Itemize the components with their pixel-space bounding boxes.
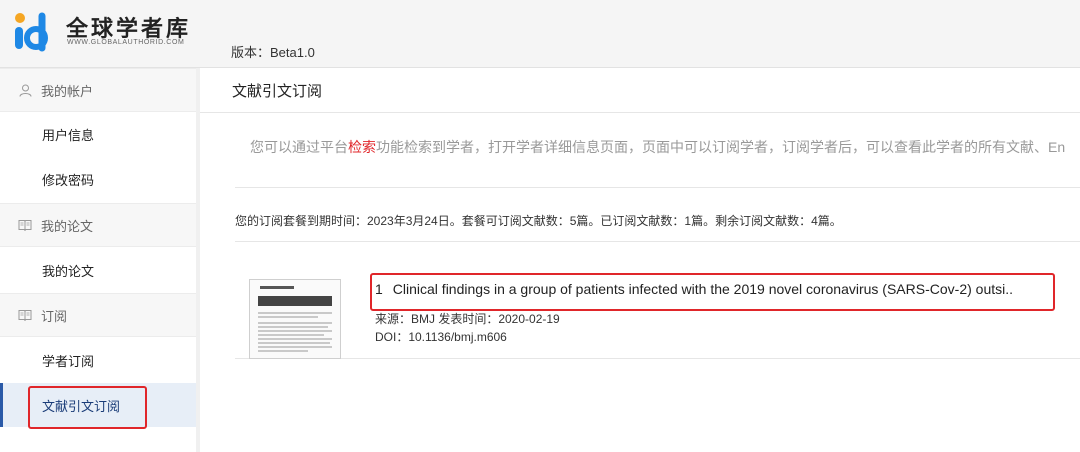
notice-text-after: 功能检索到学者，打开学者详细信息页面，页面中可以订阅学者，订阅学者后，可以查看此…	[376, 139, 1066, 155]
sidebar-item-label: 修改密码	[42, 172, 95, 188]
app-header: 全球学者库 WWW.GLOBALAUTHORID.COM 版本：Beta1.0	[0, 0, 1080, 68]
notice-text-before: 您可以通过平台	[250, 139, 348, 155]
paper-doi: DOI：10.1136/bmj.m606	[375, 330, 507, 344]
user-icon	[18, 83, 32, 97]
sidebar-item-my-papers[interactable]: 我的论文	[0, 248, 196, 292]
active-indicator	[0, 383, 3, 427]
divider	[200, 112, 1080, 113]
book-icon	[18, 308, 32, 322]
sidebar-group-label: 我的论文	[41, 218, 94, 234]
sidebar-item-label: 学者订阅	[42, 353, 95, 369]
search-link[interactable]: 检索	[348, 139, 376, 155]
divider	[235, 241, 1080, 242]
sidebar-group-subscriptions[interactable]: 订阅	[0, 293, 196, 337]
logo-icon[interactable]	[12, 10, 56, 54]
paper-thumbnail[interactable]	[249, 279, 341, 359]
highlight-box-sidebar	[28, 386, 147, 429]
sidebar-item-user-info[interactable]: 用户信息	[0, 112, 196, 156]
sidebar-item-change-password[interactable]: 修改密码	[0, 157, 196, 201]
highlight-box-paper	[370, 273, 1055, 311]
page-title: 文献引文订阅	[232, 83, 323, 100]
paper-source-date: 来源：BMJ 发表时间：2020-02-19	[375, 312, 560, 326]
sidebar-group-account[interactable]: 我的帐户	[0, 68, 196, 112]
sidebar-group-label: 订阅	[41, 308, 68, 324]
book-icon	[18, 218, 32, 232]
sidebar-group-my-papers[interactable]: 我的论文	[0, 203, 196, 247]
brand-url: WWW.GLOBALAUTHORID.COM	[67, 39, 185, 46]
divider	[235, 187, 1080, 188]
sidebar-item-label: 用户信息	[42, 127, 95, 143]
notice-text: 您可以通过平台检索功能检索到学者，打开学者详细信息页面，页面中可以订阅学者，订阅…	[250, 137, 1065, 157]
sidebar-item-label: 我的论文	[42, 263, 95, 279]
subscription-info: 您的订阅套餐到期时间：2023年3月24日。套餐可订阅文献数：5篇。已订阅文献数…	[235, 214, 842, 228]
version-label: 版本：Beta1.0	[231, 45, 315, 60]
sidebar-divider	[196, 68, 200, 452]
sidebar-item-scholar-subscription[interactable]: 学者订阅	[0, 338, 196, 382]
sidebar-group-label: 我的帐户	[41, 83, 94, 99]
